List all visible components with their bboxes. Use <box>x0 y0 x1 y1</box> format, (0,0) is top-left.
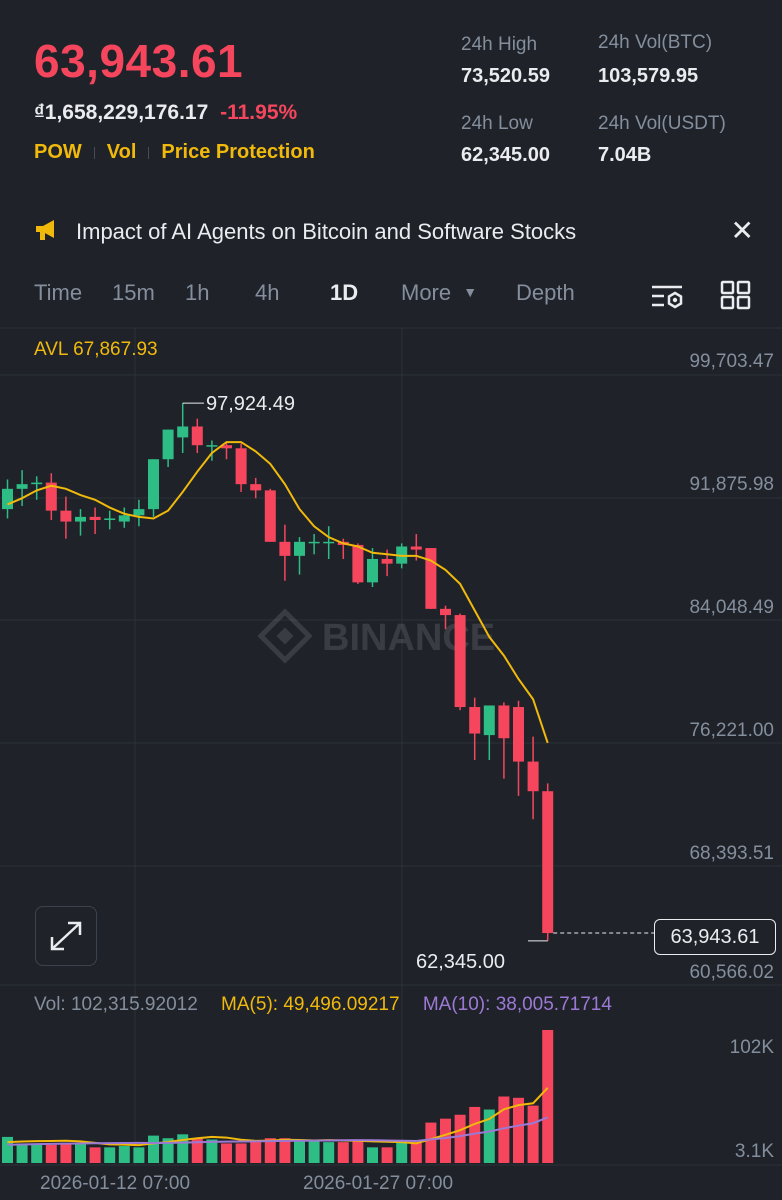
candle-body <box>133 509 145 516</box>
candle-body <box>294 541 305 556</box>
candle-body <box>16 484 28 489</box>
y-axis-label: 60,566.02 <box>689 962 774 983</box>
volume-bar <box>410 1142 422 1163</box>
volume-bar <box>367 1147 378 1163</box>
vol-ma10-line <box>7 1116 549 1146</box>
watermark-text: BINANCE <box>322 617 495 659</box>
volume-bar <box>250 1140 262 1163</box>
volume-bar <box>381 1147 393 1163</box>
candle-body <box>469 707 481 734</box>
candle-body <box>352 544 364 583</box>
high-marker-label: 97,924.49 <box>206 393 295 415</box>
candle-body <box>177 426 189 438</box>
volume-bar <box>89 1147 101 1163</box>
volume-bar <box>221 1143 232 1163</box>
volume-bar <box>31 1144 43 1163</box>
candle-body <box>75 516 86 522</box>
candle-body <box>206 445 218 447</box>
candle-body <box>542 791 554 934</box>
volume-bar <box>294 1139 305 1163</box>
vol-ma10-value: MA(10): 38,005.71714 <box>422 994 612 1015</box>
volume-bar <box>396 1140 408 1163</box>
volume-bar <box>440 1118 451 1163</box>
candle-body <box>454 615 466 708</box>
volume-bar <box>352 1140 364 1163</box>
vol-ma5-line <box>7 1087 549 1147</box>
volume-bar <box>133 1147 145 1163</box>
candle-body <box>367 558 378 583</box>
candle-body <box>31 482 43 485</box>
chart-grid <box>0 327 782 1166</box>
candle-body <box>118 515 130 522</box>
candle-body <box>89 516 101 521</box>
candle-body <box>60 510 72 522</box>
volume-legend: Vol: 102,315.92012 MA(5): 49,496.09217 M… <box>34 994 612 1016</box>
y-axis-label: 76,221.00 <box>689 720 774 741</box>
volume-bar <box>235 1143 247 1163</box>
candle-body <box>308 541 320 544</box>
volume-bar <box>2 1136 13 1163</box>
x-axis-date: 2026-01-12 07:00 <box>40 1173 191 1194</box>
volume-bar <box>542 1030 554 1163</box>
candle-body <box>323 541 335 544</box>
candle-body <box>425 548 437 609</box>
volume-bar <box>206 1139 218 1163</box>
vol-value: Vol: 102,315.92012 <box>34 994 198 1015</box>
candle-body <box>498 705 510 739</box>
candle-body <box>264 490 276 542</box>
volume-bar <box>148 1135 159 1163</box>
current-price-tag: 63,943.61 <box>654 919 776 955</box>
vol-axis-top: 102K <box>729 1037 774 1058</box>
expand-chart-button[interactable] <box>35 906 97 966</box>
y-axis-label: 68,393.51 <box>689 843 774 864</box>
candle-body <box>410 546 422 550</box>
candle-body <box>2 488 13 510</box>
volume-bar <box>75 1143 86 1163</box>
volume-bar <box>16 1143 28 1163</box>
candle-body <box>250 484 262 491</box>
low-marker-label: 62,345.00 <box>416 951 505 973</box>
volume-bar <box>118 1146 130 1163</box>
volume-bar <box>323 1142 335 1163</box>
volume-bar <box>60 1143 72 1163</box>
candle-body <box>440 608 451 616</box>
volume-bar <box>513 1097 524 1163</box>
candle-body <box>162 429 174 460</box>
candle-body <box>513 707 524 762</box>
candles <box>2 403 554 941</box>
volume-bar <box>425 1122 437 1163</box>
candle-body <box>483 705 495 736</box>
vol-ma5-value: MA(5): 49,496.09217 <box>221 994 400 1015</box>
expand-icon <box>50 921 82 951</box>
volume-bar <box>527 1105 539 1163</box>
price-chart[interactable]: BINANCE <box>0 0 782 1200</box>
candle-body <box>104 518 116 521</box>
price-markers <box>182 402 654 942</box>
x-axis-date: 2026-01-27 07:00 <box>303 1173 454 1194</box>
candle-body <box>148 459 159 510</box>
y-axis-label: 84,048.49 <box>689 597 774 618</box>
candle-body <box>279 541 291 556</box>
avl-label: AVL 67,867.93 <box>34 339 158 360</box>
candle-body <box>527 761 539 792</box>
candle-body <box>235 448 247 485</box>
ma-line <box>7 441 549 744</box>
candle-body <box>191 426 203 446</box>
volume-bar <box>308 1139 320 1163</box>
volume-bar <box>45 1144 57 1163</box>
volume-bar <box>337 1142 349 1163</box>
y-axis-label: 91,875.98 <box>689 474 774 495</box>
volume-bar <box>454 1114 466 1163</box>
y-axis-label: 99,703.47 <box>689 351 774 372</box>
candle-body <box>381 558 393 564</box>
volume-bar <box>104 1147 116 1163</box>
volume-bar <box>279 1138 291 1163</box>
vol-axis-bottom: 3.1K <box>734 1141 774 1162</box>
